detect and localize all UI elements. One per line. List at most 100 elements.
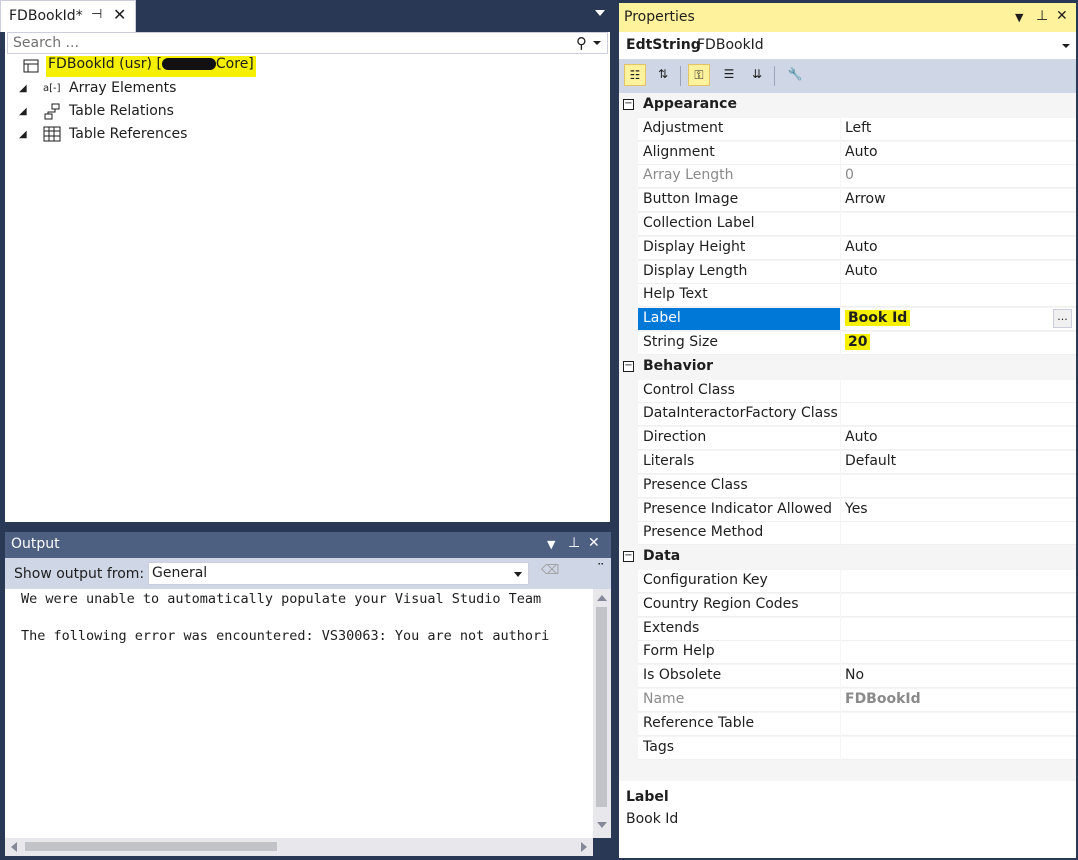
property-row-help-text[interactable]: Help Text (619, 284, 1076, 308)
scroll-down-icon[interactable] (597, 822, 607, 828)
dropdown-icon[interactable]: ▼ (1015, 11, 1023, 24)
property-row-literals[interactable]: Literals Default (619, 450, 1076, 475)
property-value[interactable]: 20 (841, 331, 1076, 355)
search-input[interactable]: Search ... ⚲ (7, 32, 608, 54)
property-row-presence-indicator-allowed[interactable]: Presence Indicator Allowed Yes (619, 498, 1076, 523)
property-pages-icon[interactable]: ☰ (718, 64, 740, 86)
property-row-button-image[interactable]: Button Image Arrow (619, 189, 1076, 213)
close-icon[interactable]: ✕ (113, 5, 126, 24)
tree-item-table-references[interactable]: ◢ Table References (5, 125, 605, 147)
property-row-datainteractorfactory-class[interactable]: DataInteractorFactory Class (619, 403, 1076, 427)
output-vertical-scrollbar[interactable] (593, 589, 611, 838)
scroll-left-icon[interactable] (11, 842, 17, 852)
property-value[interactable]: FDBookId (841, 688, 1076, 712)
clear-all-icon[interactable]: ⌫ (541, 563, 563, 584)
property-row-presence-class[interactable]: Presence Class (619, 474, 1076, 499)
property-row-alignment[interactable]: Alignment Auto (619, 141, 1076, 166)
property-value[interactable] (841, 712, 1076, 736)
property-value[interactable]: Auto (841, 236, 1076, 260)
property-value[interactable]: Auto (841, 260, 1076, 284)
category-data[interactable]: − Data (619, 546, 1076, 570)
output-source-select[interactable]: General (148, 562, 529, 585)
property-row-extends[interactable]: Extends (619, 617, 1076, 642)
property-value[interactable]: Book Id... (841, 308, 1076, 332)
scroll-thumb[interactable] (596, 607, 607, 807)
categorized-icon[interactable]: ☷ (624, 64, 646, 86)
property-value[interactable]: Auto (841, 141, 1076, 165)
property-row-tags[interactable]: Tags (619, 736, 1076, 761)
output-horizontal-scrollbar[interactable] (5, 838, 593, 856)
category-appearance[interactable]: − Appearance (619, 94, 1076, 118)
expand-triangle-icon[interactable]: ◢ (19, 129, 27, 140)
property-value[interactable]: Left (841, 117, 1076, 141)
overflow-icon[interactable]: ⠒ (597, 560, 604, 571)
properties-view-icon[interactable]: ⚿ (688, 64, 710, 86)
property-value[interactable]: Default (841, 450, 1076, 474)
category-behavior[interactable]: − Behavior (619, 355, 1076, 380)
tree-item-table-relations[interactable]: ◢ Table Relations (5, 102, 605, 124)
search-icon[interactable]: ⚲ (576, 34, 587, 52)
property-value[interactable]: Arrow (841, 189, 1076, 213)
property-row-name[interactable]: Name FDBookId (619, 688, 1076, 713)
scroll-up-icon[interactable] (597, 595, 607, 601)
alphabetical-icon[interactable]: ⇅ (652, 64, 674, 86)
property-value[interactable]: Auto (841, 427, 1076, 451)
property-value[interactable] (841, 474, 1076, 498)
expand-triangle-icon[interactable]: ◢ (19, 106, 27, 117)
property-value[interactable] (841, 522, 1076, 546)
property-row-display-length[interactable]: Display Length Auto (619, 260, 1076, 285)
close-icon[interactable]: ✕ (588, 535, 600, 551)
property-row-label[interactable]: Label Book Id... (619, 308, 1076, 332)
scroll-thumb[interactable] (25, 842, 277, 851)
object-selector[interactable]: EdtString FDBookId (619, 32, 1076, 59)
property-row-configuration-key[interactable]: Configuration Key (619, 569, 1076, 594)
property-value[interactable] (841, 569, 1076, 593)
property-row-string-size[interactable]: String Size 20 (619, 331, 1076, 356)
properties-pane: EdtString FDBookId ☷ ⇅ ⚿ ☰ ⇊ 🔧 − Appearan… (619, 32, 1076, 858)
property-name: DataInteractorFactory Class (638, 403, 840, 427)
close-icon[interactable]: ✕ (1056, 8, 1068, 24)
pin-icon[interactable]: ⊥ (568, 535, 580, 551)
property-row-form-help[interactable]: Form Help (619, 641, 1076, 665)
property-value[interactable] (841, 641, 1076, 665)
property-row-adjustment[interactable]: Adjustment Left (619, 117, 1076, 142)
property-row-is-obsolete[interactable]: Is Obsolete No (619, 665, 1076, 689)
property-value[interactable]: 0 (841, 165, 1076, 189)
wrench-icon[interactable]: 🔧 (784, 64, 806, 86)
property-value[interactable] (841, 736, 1076, 760)
property-value[interactable] (841, 284, 1076, 308)
property-value[interactable] (841, 593, 1076, 617)
sort-icon[interactable]: ⇊ (746, 64, 768, 86)
property-value[interactable]: Yes (841, 498, 1076, 522)
ellipsis-button[interactable]: ... (1053, 309, 1072, 329)
property-value[interactable] (841, 212, 1076, 236)
collapse-icon[interactable]: − (623, 99, 634, 110)
property-row-collection-label[interactable]: Collection Label (619, 212, 1076, 237)
pin-icon[interactable]: ⊥ (1036, 8, 1048, 24)
property-name: Presence Class (638, 474, 840, 498)
pin-icon[interactable]: ⊣ (91, 7, 102, 22)
window-dropdown-icon[interactable] (595, 10, 605, 16)
property-value[interactable]: No (841, 665, 1076, 689)
dropdown-icon[interactable]: ▼ (547, 538, 555, 551)
property-value[interactable] (841, 403, 1076, 427)
property-row-array-length[interactable]: Array Length 0 (619, 165, 1076, 189)
property-row-control-class[interactable]: Control Class (619, 379, 1076, 404)
property-value[interactable] (841, 379, 1076, 403)
collapse-icon[interactable]: − (623, 360, 634, 372)
tree-item-array-elements[interactable]: ◢ a[-] Array Elements (5, 79, 605, 101)
tree-root[interactable]: FDBookId (usr) [Core] (5, 56, 605, 78)
output-text-area[interactable]: We were unable to automatically populate… (5, 589, 593, 838)
expand-triangle-icon[interactable]: ◢ (19, 83, 27, 94)
chevron-down-icon (1062, 44, 1070, 48)
property-value[interactable] (841, 617, 1076, 641)
property-row-reference-table[interactable]: Reference Table (619, 712, 1076, 737)
scroll-right-icon[interactable] (581, 842, 587, 852)
collapse-icon[interactable]: − (623, 551, 634, 563)
property-row-country-region-codes[interactable]: Country Region Codes (619, 593, 1076, 618)
property-row-direction[interactable]: Direction Auto (619, 427, 1076, 451)
search-options-icon[interactable] (593, 41, 601, 45)
property-row-presence-method[interactable]: Presence Method (619, 522, 1076, 546)
tab-fdbookid[interactable]: FDBookId* ⊣ ✕ (0, 0, 136, 32)
property-row-display-height[interactable]: Display Height Auto (619, 236, 1076, 261)
